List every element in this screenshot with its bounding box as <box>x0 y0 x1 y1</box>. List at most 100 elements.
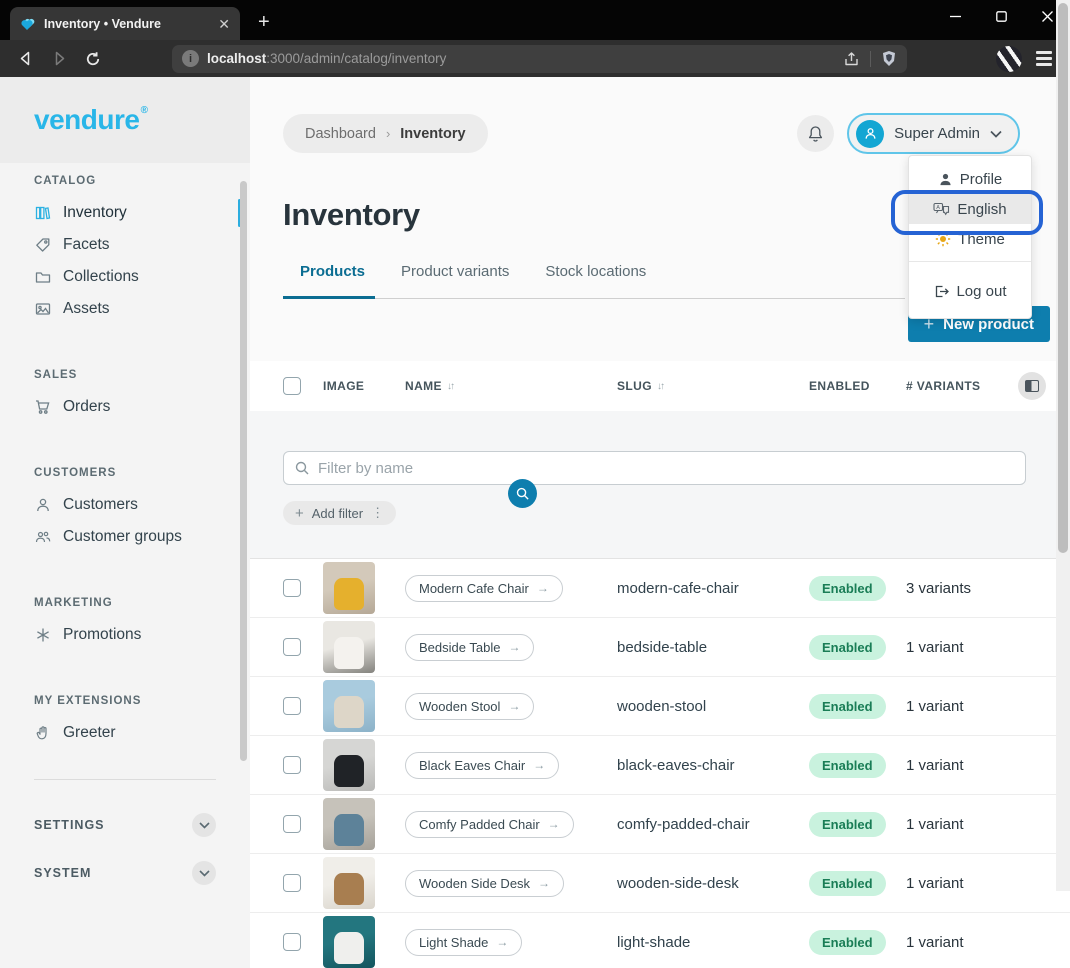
add-filter-button[interactable]: + Add filter ⋮ <box>283 501 396 525</box>
menu-item-language[interactable]: A English <box>909 194 1031 224</box>
sidebar-item-promotions[interactable]: Promotions <box>0 619 250 651</box>
chevron-down-icon[interactable] <box>192 813 216 837</box>
tab-products[interactable]: Products <box>300 263 365 289</box>
sidebar-item-inventory[interactable]: Inventory <box>0 197 250 229</box>
table-row: Comfy Padded Chair→ comfy-padded-chair E… <box>250 795 1070 854</box>
column-header-image[interactable]: IMAGE <box>323 379 405 393</box>
row-checkbox[interactable] <box>283 697 301 715</box>
product-slug: wooden-side-desk <box>617 875 809 892</box>
search-toggle-button[interactable] <box>508 479 537 508</box>
url-host: localhost <box>207 51 266 66</box>
bell-icon <box>807 125 824 143</box>
variant-count: 3 variants <box>906 580 1006 597</box>
sidebar-item-customers[interactable]: Customers <box>0 489 250 521</box>
breadcrumb-current: Inventory <box>400 126 465 142</box>
sidebar: vendure® CATALOG Inventory Facets <box>0 77 250 968</box>
sidebar-item-customer-groups[interactable]: Customer groups <box>0 521 250 553</box>
tab-close-icon[interactable]: ✕ <box>218 17 230 31</box>
sidebar-section-settings[interactable]: SETTINGS <box>0 810 250 840</box>
sidebar-item-label: Collections <box>63 268 139 286</box>
browser-menu-icon[interactable] <box>1036 51 1052 66</box>
arrow-right-icon: → <box>548 817 560 831</box>
svg-text:A: A <box>937 205 941 211</box>
sidebar-item-facets[interactable]: Facets <box>0 229 250 261</box>
product-name-link[interactable]: Wooden Stool→ <box>405 693 534 720</box>
back-button[interactable] <box>10 45 40 73</box>
reload-button[interactable] <box>78 45 108 73</box>
menu-item-label: Profile <box>960 171 1003 188</box>
browser-tab[interactable]: Inventory • Vendure ✕ <box>10 7 240 40</box>
row-checkbox[interactable] <box>283 815 301 833</box>
search-icon <box>515 486 530 501</box>
product-name-link[interactable]: Modern Cafe Chair→ <box>405 575 563 602</box>
sidebar-item-label: Greeter <box>63 724 116 742</box>
window-minimize-button[interactable] <box>932 0 978 33</box>
brave-shield-icon[interactable] <box>881 50 897 67</box>
sort-icon[interactable]: ↓↑ <box>657 381 663 392</box>
product-slug: bedside-table <box>617 639 809 656</box>
section-label-system: SYSTEM <box>34 866 91 880</box>
filter-by-name-input[interactable] <box>283 451 1026 485</box>
page-scrollbar-thumb[interactable] <box>1058 3 1068 553</box>
select-all-checkbox[interactable] <box>283 377 301 395</box>
sidebar-section-system[interactable]: SYSTEM <box>0 858 250 888</box>
sidebar-item-assets[interactable]: Assets <box>0 293 250 325</box>
breadcrumb-dashboard[interactable]: Dashboard <box>305 126 376 142</box>
product-slug: light-shade <box>617 934 809 951</box>
row-checkbox[interactable] <box>283 933 301 951</box>
menu-item-profile[interactable]: Profile <box>909 164 1031 194</box>
page-scrollbar[interactable] <box>1056 0 1070 891</box>
column-header-enabled[interactable]: ENABLED <box>809 379 906 393</box>
product-name-link[interactable]: Comfy Padded Chair→ <box>405 811 574 838</box>
vendure-logo[interactable]: vendure® <box>34 104 139 136</box>
tab-stock-locations[interactable]: Stock locations <box>545 263 646 289</box>
sidebar-item-greeter[interactable]: Greeter <box>0 717 250 749</box>
column-header-name[interactable]: NAME↓↑ <box>405 379 617 393</box>
notifications-button[interactable] <box>797 115 834 152</box>
browser-titlebar: Inventory • Vendure ✕ + <box>0 0 1070 40</box>
product-name-link[interactable]: Black Eaves Chair→ <box>405 752 559 779</box>
table-header: IMAGE NAME↓↑ SLUG↓↑ ENABLED # VARIANTS <box>250 361 1070 411</box>
row-checkbox[interactable] <box>283 638 301 656</box>
chevron-down-icon[interactable] <box>192 861 216 885</box>
kebab-menu-icon[interactable]: ⋮ <box>371 505 384 521</box>
menu-item-logout[interactable]: Log out <box>909 274 1031 308</box>
arrow-right-icon: → <box>508 640 520 654</box>
section-label-catalog: CATALOG <box>0 175 250 197</box>
tab-product-variants[interactable]: Product variants <box>401 263 509 289</box>
user-menu-button[interactable]: Super Admin <box>847 113 1020 154</box>
url-bar[interactable]: i localhost:3000/admin/catalog/inventory <box>172 45 907 73</box>
sidebar-item-orders[interactable]: Orders <box>0 391 250 423</box>
sidebar-item-collections[interactable]: Collections <box>0 261 250 293</box>
product-slug: comfy-padded-chair <box>617 816 809 833</box>
menu-item-theme[interactable]: Theme <box>909 224 1031 254</box>
table-row: Modern Cafe Chair→ modern-cafe-chair Ena… <box>250 559 1070 618</box>
product-name-link[interactable]: Bedside Table → <box>405 634 534 661</box>
window-maximize-button[interactable] <box>978 0 1024 33</box>
row-checkbox[interactable] <box>283 579 301 597</box>
sidebar-item-label: Inventory <box>63 204 127 222</box>
browser-profile-avatar[interactable] <box>996 46 1022 72</box>
tab-title: Inventory • Vendure <box>44 17 210 31</box>
variant-count: 1 variant <box>906 934 1006 951</box>
share-icon[interactable] <box>843 51 860 67</box>
forward-button[interactable] <box>44 45 74 73</box>
status-badge: Enabled <box>809 576 886 601</box>
column-settings-button[interactable] <box>1018 372 1046 400</box>
row-checkbox[interactable] <box>283 874 301 892</box>
site-info-icon[interactable]: i <box>182 50 199 67</box>
sidebar-scrollbar[interactable] <box>240 181 247 761</box>
row-checkbox[interactable] <box>283 756 301 774</box>
section-label-customers: CUSTOMERS <box>0 467 250 489</box>
new-tab-button[interactable]: + <box>258 11 270 34</box>
product-name-link[interactable]: Light Shade→ <box>405 929 522 956</box>
column-header-variants[interactable]: # VARIANTS <box>906 379 1006 393</box>
product-name: Bedside Table <box>419 640 500 655</box>
status-badge: Enabled <box>809 635 886 660</box>
product-name-link[interactable]: Wooden Side Desk→ <box>405 870 564 897</box>
add-filter-label: Add filter <box>312 506 363 521</box>
column-header-slug[interactable]: SLUG↓↑ <box>617 379 809 393</box>
menu-item-label: English <box>957 201 1006 218</box>
product-slug: wooden-stool <box>617 698 809 715</box>
sort-icon[interactable]: ↓↑ <box>447 381 453 392</box>
